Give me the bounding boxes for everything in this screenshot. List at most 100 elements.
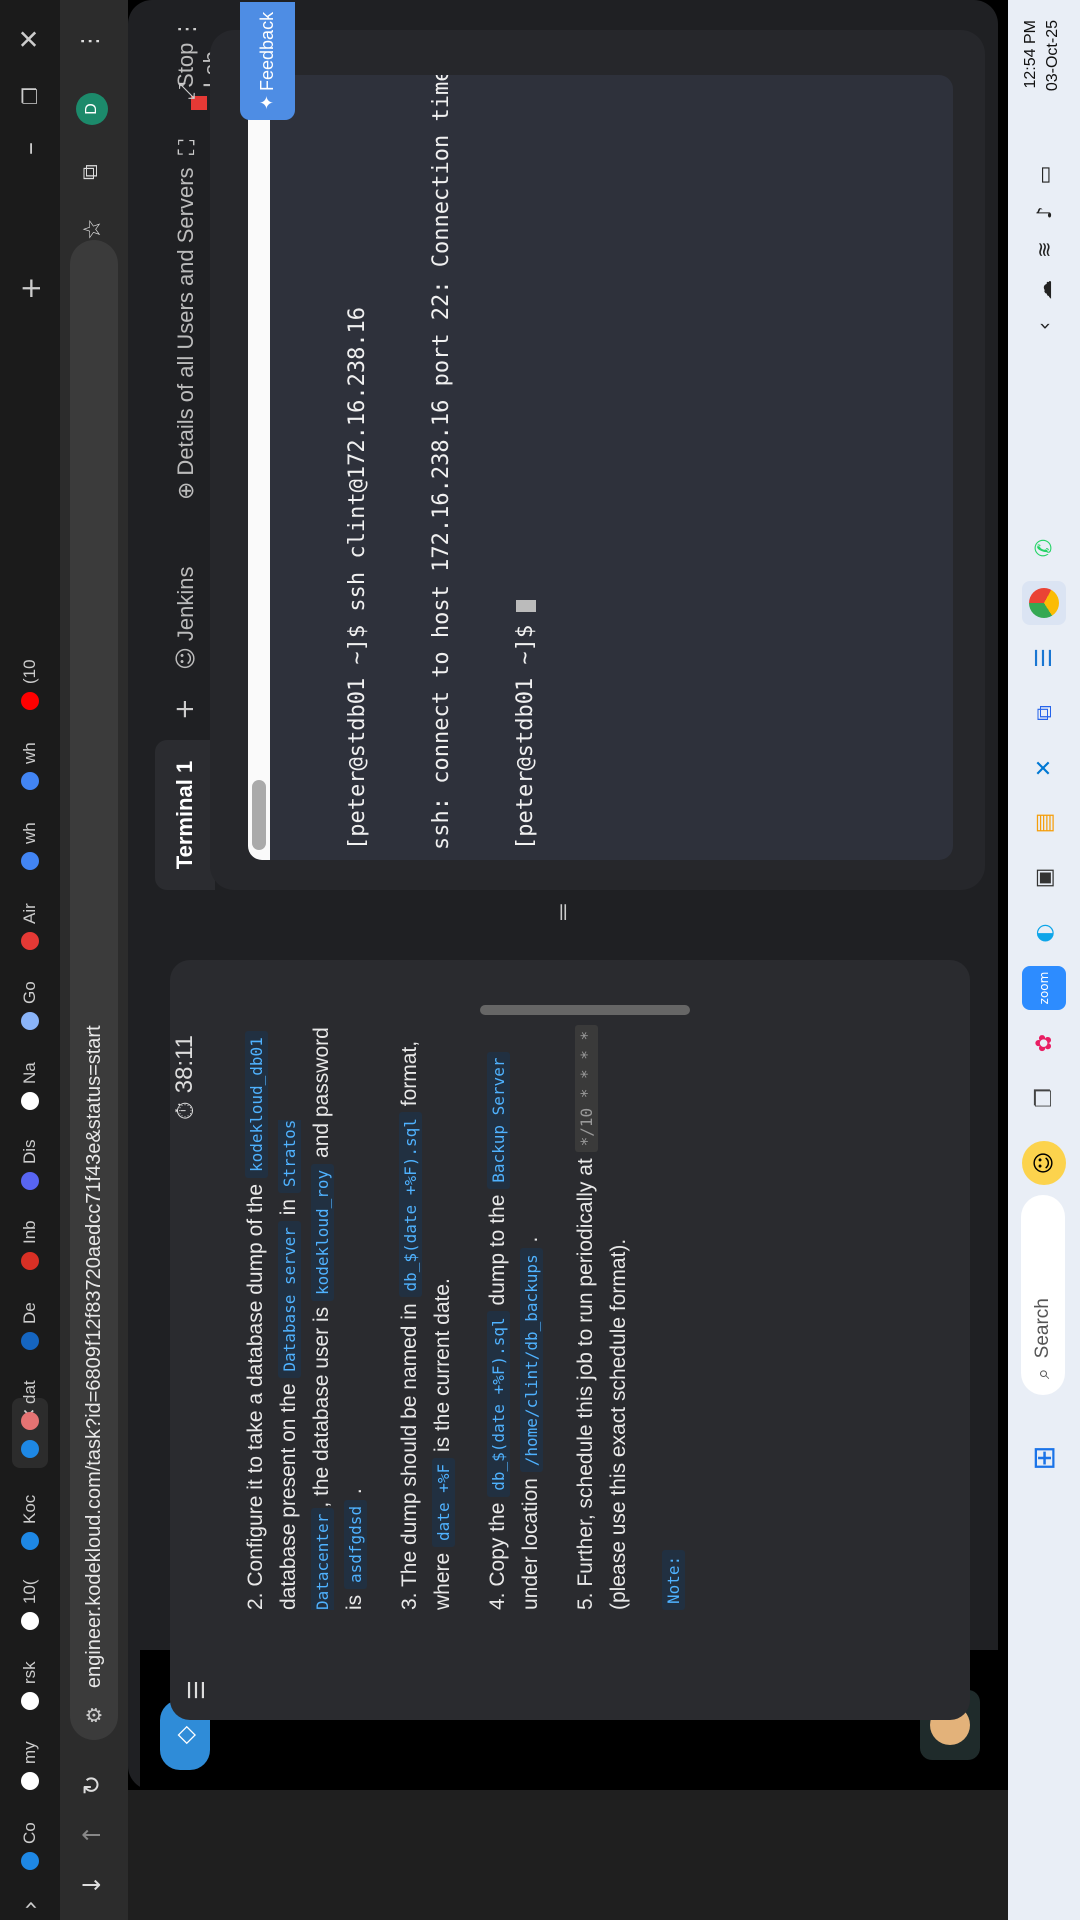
- menu-icon[interactable]: ⋮: [78, 30, 103, 52]
- volume-icon[interactable]: ♪: [1032, 206, 1056, 219]
- timer-value: 38:11: [171, 1034, 198, 1094]
- tab-label: (10: [20, 659, 39, 684]
- tab-favicon: [21, 1692, 39, 1710]
- terminal-screen[interactable]: [peter@stdb01 ~]$ ssh clint@172.16.238.1…: [248, 75, 953, 860]
- restore-button[interactable]: ❐: [12, 87, 48, 105]
- tab-favicon: [21, 1092, 39, 1110]
- tab-label: Inb: [20, 1220, 39, 1244]
- browser-tab[interactable]: (10: [12, 659, 48, 710]
- sidebar-toggle-icon[interactable]: ›: [12, 1900, 48, 1910]
- browser-tab[interactable]: Co: [12, 1822, 48, 1870]
- tab-label: Air: [20, 903, 39, 924]
- step3-text: 3. The dump should be named in: [398, 1303, 421, 1610]
- minimize-button[interactable]: –: [12, 142, 48, 155]
- step2-user-code: kodekloud_roy: [311, 1163, 334, 1302]
- terminal-prompt: [peter@stdb01 ~]$: [513, 611, 538, 850]
- feedback-label[interactable]: Feedback: [257, 12, 278, 91]
- start-button[interactable]: ⊞: [1022, 1436, 1066, 1480]
- extensions-icon[interactable]: ⧉: [78, 164, 103, 180]
- feedback-button[interactable]: ✦ Feedback: [240, 2, 295, 120]
- wifi-icon[interactable]: ≋: [1032, 241, 1056, 258]
- browser-tab[interactable]: my: [12, 1741, 48, 1790]
- browser-tab[interactable]: Go: [12, 981, 48, 1030]
- globe-icon: ⊕: [173, 481, 199, 500]
- more-options-icon[interactable]: ⋮: [175, 18, 200, 40]
- panel-resize-handle[interactable]: ═: [550, 900, 580, 920]
- step2-text-2: database present on the: [277, 1383, 300, 1610]
- whatsapp-icon[interactable]: ✆: [1022, 526, 1066, 570]
- bookmark-star-icon[interactable]: ☆: [78, 218, 106, 240]
- taskbar-clock[interactable]: 12:54 PM 03-Oct-25: [1020, 20, 1064, 91]
- browser-tab[interactable]: rsk: [12, 1661, 48, 1710]
- taskbar-search[interactable]: ⌕ Search: [1021, 1195, 1065, 1395]
- add-terminal-button[interactable]: +: [170, 698, 200, 720]
- tab-label: Dis: [20, 1139, 39, 1164]
- browser-tab[interactable]: Inb: [12, 1220, 48, 1270]
- terminal-line: ssh: connect to host 172.16.238.16 port …: [429, 75, 454, 850]
- copilot-emoji-icon[interactable]: ☺: [1022, 1141, 1066, 1185]
- browser-tab[interactable]: Koc: [12, 1495, 48, 1550]
- tab-favicon: [21, 1012, 39, 1030]
- users-servers-link[interactable]: ⊕ Details of all Users and Servers: [173, 167, 199, 500]
- chrome-icon[interactable]: [1022, 581, 1066, 625]
- forward-icon[interactable]: ↑: [78, 1825, 106, 1845]
- network-app-icon[interactable]: ⧉: [1022, 691, 1066, 735]
- jenkins-link[interactable]: ☺ Jenkins: [173, 566, 199, 670]
- jenkins-label[interactable]: Jenkins: [173, 566, 199, 641]
- file-explorer-icon[interactable]: ▤: [1022, 801, 1066, 845]
- step2-text-4: , the database user is: [310, 1306, 333, 1508]
- timer-icon: ⏱: [171, 1101, 199, 1120]
- step5-text: 5. Further, schedule this job to run per…: [574, 1158, 597, 1610]
- terminal-top-scrollbar[interactable]: [248, 75, 270, 860]
- step4-code-3: /home/clint/db_backups: [520, 1248, 543, 1473]
- tab-favicon: [21, 932, 39, 950]
- screen: › Co my rsk 10( Koc ✕ dat De Inb Dis Na Go Air wh wh (1…: [0, 0, 1080, 1920]
- fullscreen-icon[interactable]: ⛶: [175, 140, 200, 155]
- popout-icon[interactable]: ⤢: [175, 82, 200, 100]
- terminal-line: [peter@stdb01 ~]$ ssh clint@172.16.238.1…: [345, 306, 370, 850]
- battery-icon[interactable]: ▭: [1032, 166, 1056, 185]
- terminal-output: [peter@stdb01 ~]$ ssh clint@172.16.238.1…: [288, 75, 596, 850]
- browser-tab[interactable]: De: [12, 1302, 48, 1350]
- task-view-icon[interactable]: ❐: [1022, 1076, 1066, 1120]
- browser-tab[interactable]: wh: [12, 822, 48, 870]
- address-bar[interactable]: ⚙ engineer.kodekloud.com/task?id=6809f12…: [70, 240, 118, 1740]
- browser-tab[interactable]: Dis: [12, 1139, 48, 1190]
- tab-favicon: [21, 1852, 39, 1870]
- edge-icon[interactable]: ◐: [1022, 911, 1066, 955]
- terminal-tab[interactable]: Terminal 1: [155, 740, 215, 890]
- step5-text-2: (please use this exact schedule format).: [607, 1238, 630, 1610]
- back-icon[interactable]: ↓: [78, 1875, 106, 1895]
- step4-code-1: db_$(date +%F).sql: [487, 1311, 510, 1497]
- task-scrollbar[interactable]: [200, 1000, 940, 1020]
- task-menu-icon[interactable]: ☰: [185, 1680, 210, 1700]
- site-info-icon[interactable]: ⚙: [82, 1706, 106, 1724]
- close-window-button[interactable]: ✕: [12, 28, 48, 50]
- browser-tab[interactable]: wh: [12, 742, 48, 790]
- windows-taskbar: ⊞ ⌕ Search ☺ ❐ ✿ zoom ◐ ▣ ▤ ✕ ⧉ ☰ ✆ ‹ ☁ …: [1008, 0, 1080, 1920]
- copilot-icon[interactable]: ✿: [1022, 1021, 1066, 1065]
- browser-tab[interactable]: 10(: [12, 1579, 48, 1630]
- new-tab-button[interactable]: +: [12, 277, 48, 300]
- browser-tab[interactable]: dat: [12, 1380, 48, 1430]
- tab-label: my: [20, 1741, 39, 1764]
- notepad-icon[interactable]: ☰: [1022, 636, 1066, 680]
- sparkle-icon: ✦: [257, 94, 278, 111]
- browser-tab[interactable]: Na: [12, 1062, 48, 1110]
- terminal-app-icon[interactable]: ▣: [1022, 856, 1066, 900]
- show-hidden-icons[interactable]: ‹: [1032, 322, 1056, 330]
- timer: ⏱ 38:11: [165, 1035, 205, 1120]
- vscode-icon[interactable]: ✕: [1022, 746, 1066, 790]
- browser-tab[interactable]: Air: [12, 903, 48, 950]
- zoom-icon[interactable]: zoom: [1022, 966, 1066, 1010]
- reload-icon[interactable]: ↻: [78, 1775, 106, 1795]
- users-servers-label[interactable]: Details of all Users and Servers: [173, 167, 199, 475]
- step4-text: 4. Copy the: [486, 1502, 509, 1610]
- tab-favicon: [21, 692, 39, 710]
- terminal-panel: [peter@stdb01 ~]$ ssh clint@172.16.238.1…: [210, 30, 985, 890]
- tab-favicon: [21, 852, 39, 870]
- profile-avatar[interactable]: D: [76, 93, 108, 125]
- step3-code-2: date +%F: [432, 1457, 455, 1547]
- onedrive-icon[interactable]: ☁: [1032, 280, 1056, 300]
- url-text[interactable]: engineer.kodekloud.com/task?id=6809f12f8…: [83, 1025, 106, 1688]
